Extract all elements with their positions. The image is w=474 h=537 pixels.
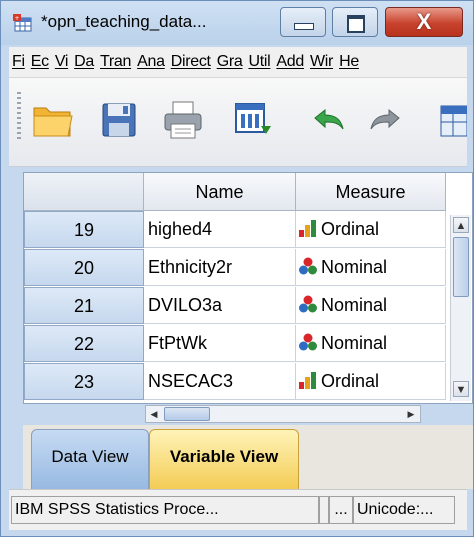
menu-file[interactable]: Fi	[9, 53, 28, 71]
variable-name-cell[interactable]: NSECAC3	[144, 363, 296, 400]
table-row: 23 NSECAC3 Ordinal	[24, 363, 472, 401]
dialog-recall-icon[interactable]	[231, 98, 275, 142]
nominal-icon	[299, 257, 317, 275]
horizontal-scroll-thumb[interactable]	[164, 407, 210, 421]
undo-icon[interactable]	[305, 98, 349, 142]
row-number[interactable]: 19	[24, 211, 144, 248]
close-button[interactable]: X	[385, 7, 463, 37]
open-folder-icon[interactable]	[31, 98, 75, 142]
spss-window: + *opn_teaching_data... X Fi Ec Vi Da Tr…	[0, 0, 474, 537]
print-icon[interactable]	[161, 98, 205, 142]
row-number[interactable]: 23	[24, 363, 144, 400]
measure-cell[interactable]: Nominal	[296, 249, 446, 286]
maximize-button[interactable]	[332, 7, 378, 37]
vertical-scrollbar[interactable]: ▲ ▼	[450, 215, 471, 401]
table-row: 20 Ethnicity2r Nominal	[24, 249, 472, 287]
scroll-right-icon[interactable]: ▶	[404, 407, 418, 421]
variable-name-cell[interactable]: FtPtWk	[144, 325, 296, 362]
measure-label: Nominal	[321, 295, 388, 315]
status-unicode: Unicode:...	[353, 496, 455, 524]
variable-grid: Name Measure 19 highed4 Ordinal 20 Ethni…	[23, 172, 473, 404]
menu-edit[interactable]: Ec	[28, 53, 52, 71]
table-row: 21 DVILO3a Nominal	[24, 287, 472, 325]
spss-data-editor-icon: +	[13, 14, 32, 32]
title-bar[interactable]: + *opn_teaching_data... X	[1, 1, 473, 45]
redo-icon[interactable]	[365, 98, 409, 142]
horizontal-scrollbar[interactable]: ◀ ▶	[145, 405, 421, 423]
nominal-icon	[299, 295, 317, 313]
tab-variable-view[interactable]: Variable View	[149, 429, 299, 489]
grid-corner[interactable]	[24, 173, 144, 211]
status-bar: IBM SPSS Statistics Proce... ... Unicode…	[9, 489, 467, 530]
svg-text:+: +	[15, 15, 20, 22]
menu-analyze[interactable]: Ana	[134, 53, 168, 71]
measure-cell[interactable]: Nominal	[296, 325, 446, 362]
variable-name-cell[interactable]: Ethnicity2r	[144, 249, 296, 286]
menu-view[interactable]: Vi	[52, 53, 71, 71]
menu-utilities[interactable]: Util	[245, 53, 273, 71]
row-number[interactable]: 21	[24, 287, 144, 324]
status-processor: IBM SPSS Statistics Proce...	[11, 496, 319, 524]
tab-data-view[interactable]: Data View	[31, 429, 149, 489]
ordinal-icon	[299, 220, 316, 237]
menu-bar: Fi Ec Vi Da Tran Ana Direct Gra Util Add…	[9, 47, 467, 78]
window-title: *opn_teaching_data...	[41, 12, 207, 31]
measure-cell[interactable]: Ordinal	[296, 211, 446, 248]
status-ellipsis: ...	[329, 496, 353, 524]
measure-label: Ordinal	[321, 219, 380, 239]
column-header-measure[interactable]: Measure	[296, 173, 446, 211]
variable-name-cell[interactable]: highed4	[144, 211, 296, 248]
menu-data[interactable]: Da	[71, 53, 97, 71]
minimize-button[interactable]	[280, 7, 326, 37]
row-number[interactable]: 22	[24, 325, 144, 362]
ordinal-icon	[299, 372, 316, 389]
toolbar	[9, 78, 467, 167]
goto-case-icon[interactable]	[437, 98, 467, 142]
menu-graphs[interactable]: Gra	[214, 53, 246, 71]
view-tabs: Data View Variable View	[23, 425, 473, 489]
scroll-up-icon[interactable]: ▲	[453, 217, 469, 233]
menu-direct-marketing[interactable]: Direct	[168, 53, 214, 71]
menu-help[interactable]: He	[336, 53, 362, 71]
toolbar-grip[interactable]	[17, 92, 21, 142]
variable-name-cell[interactable]: DVILO3a	[144, 287, 296, 324]
scroll-down-icon[interactable]: ▼	[453, 381, 469, 397]
row-number[interactable]: 20	[24, 249, 144, 286]
minimize-icon	[294, 23, 314, 30]
table-row: 19 highed4 Ordinal	[24, 211, 472, 249]
menu-window[interactable]: Wir	[307, 53, 336, 71]
measure-cell[interactable]: Ordinal	[296, 363, 446, 400]
menu-transform[interactable]: Tran	[97, 53, 134, 71]
maximize-icon	[347, 15, 365, 33]
nominal-icon	[299, 333, 317, 351]
table-row: 22 FtPtWk Nominal	[24, 325, 472, 363]
menu-add-ons[interactable]: Add	[273, 53, 307, 71]
measure-cell[interactable]: Nominal	[296, 287, 446, 324]
measure-label: Ordinal	[321, 371, 380, 391]
scroll-left-icon[interactable]: ◀	[147, 407, 161, 421]
column-header-name[interactable]: Name	[144, 173, 296, 211]
measure-label: Nominal	[321, 333, 388, 353]
close-icon: X	[416, 9, 432, 34]
vertical-scroll-thumb[interactable]	[453, 237, 469, 297]
save-icon[interactable]	[97, 98, 141, 142]
measure-label: Nominal	[321, 257, 388, 277]
status-divider	[319, 496, 329, 524]
